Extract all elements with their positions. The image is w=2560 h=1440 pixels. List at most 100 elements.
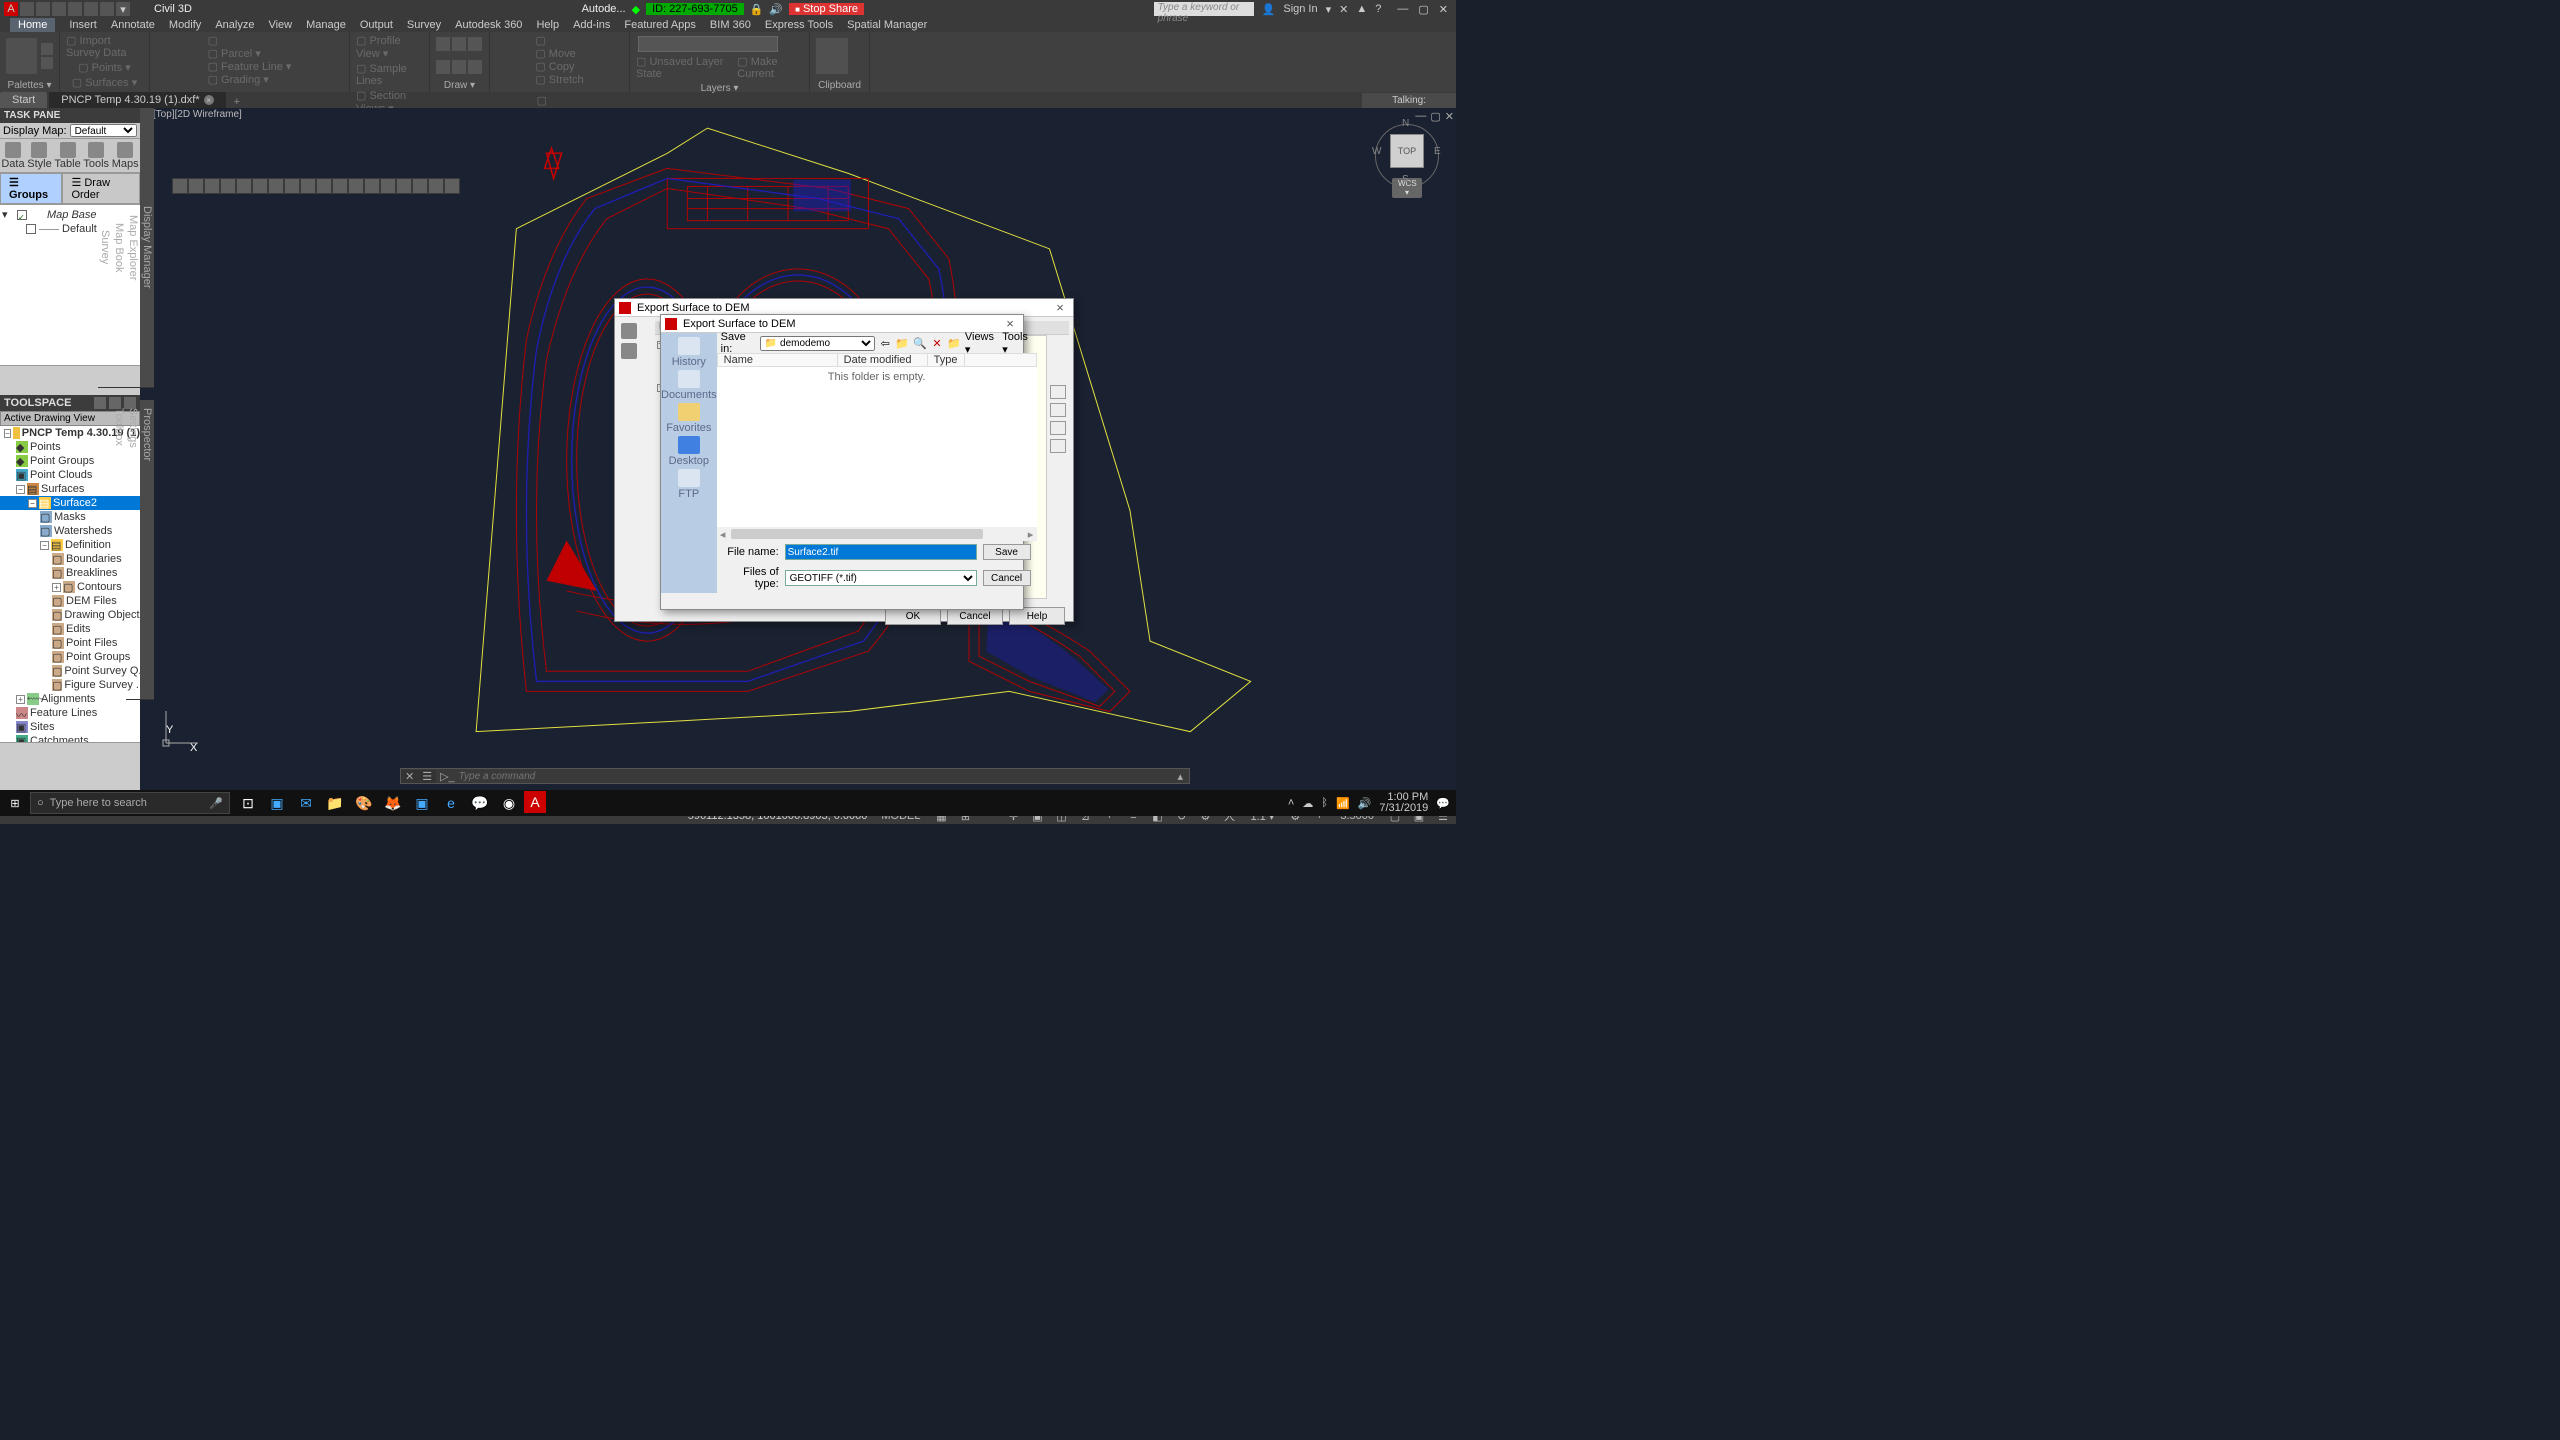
qat-redo-icon[interactable] <box>84 2 98 16</box>
tab-new-button[interactable]: + <box>228 96 246 108</box>
ribbon-tab-bim360[interactable]: BIM 360 <box>710 19 751 31</box>
app-explorer-icon[interactable]: 📁 <box>321 791 349 815</box>
cmdline-close-icon[interactable]: ✕ <box>401 770 418 783</box>
dlg1-browse-icon[interactable] <box>1050 385 1066 399</box>
qat-more-icon[interactable]: ▾ <box>116 2 130 16</box>
place-history-icon[interactable] <box>678 337 700 355</box>
draw-arc-icon[interactable] <box>452 37 466 51</box>
ribbon-tab-home[interactable]: Home <box>10 18 55 32</box>
cancel-button[interactable]: Cancel <box>983 570 1031 586</box>
ts-ic1[interactable] <box>94 397 106 409</box>
dropdown-icon[interactable]: ▾ <box>1326 3 1332 16</box>
place-desktop-icon[interactable] <box>678 436 700 454</box>
file-list-header[interactable]: Name Date modified Type <box>717 353 1037 367</box>
command-line[interactable]: ✕ ☰ ▷_ ▴ <box>400 768 1190 784</box>
file-list[interactable]: This folder is empty. <box>717 367 1037 527</box>
tray-notifications-icon[interactable]: 💬 <box>1436 797 1450 810</box>
ucs-icon[interactable]: YX <box>160 709 200 752</box>
delete-icon[interactable]: ✕ <box>931 336 943 350</box>
exchange-icon[interactable]: ✕ <box>1339 3 1348 16</box>
save-button[interactable]: Save <box>983 544 1031 560</box>
dlg1-sel2-icon[interactable] <box>1050 421 1066 435</box>
default-checkbox[interactable] <box>26 224 36 234</box>
ribbon-tab-spatial[interactable]: Spatial Manager <box>847 19 927 31</box>
ribbon-tab-annotate[interactable]: Annotate <box>111 19 155 31</box>
panel-label-clipboard[interactable]: Clipboard <box>810 79 869 92</box>
search-icon[interactable]: 🔍 <box>913 336 927 350</box>
tray-bluetooth-icon[interactable]: ᛒ <box>1321 797 1328 809</box>
place-documents-icon[interactable] <box>678 370 700 388</box>
app-firefox-icon[interactable]: 🦊 <box>379 791 407 815</box>
app-mail-icon[interactable]: ✉ <box>292 791 320 815</box>
ribbon-tab-featured[interactable]: Featured Apps <box>624 19 696 31</box>
ribbon-tab-output[interactable]: Output <box>360 19 393 31</box>
place-ftp-icon[interactable] <box>678 469 700 487</box>
tp-table-icon[interactable] <box>60 142 76 158</box>
vtab-survey[interactable]: Survey <box>98 108 112 388</box>
command-input[interactable] <box>459 771 1172 782</box>
app-paint-icon[interactable]: 🎨 <box>350 791 378 815</box>
file-name-input[interactable] <box>785 544 977 560</box>
ribbon-tab-survey[interactable]: Survey <box>407 19 441 31</box>
qat-save-icon[interactable] <box>52 2 66 16</box>
newfolder-icon[interactable]: 📁 <box>947 336 961 350</box>
qat-open-icon[interactable] <box>36 2 50 16</box>
help-icon[interactable]: ? <box>1375 3 1381 15</box>
cloud-icon[interactable]: ▲ <box>1356 3 1367 15</box>
tray-volume-icon[interactable]: 🔊 <box>1358 797 1372 810</box>
up-icon[interactable]: 📁 <box>895 336 909 350</box>
panel-btn2-icon[interactable] <box>41 57 53 69</box>
panel-label-layers[interactable]: Layers ▾ <box>630 82 809 95</box>
ribbon-tab-express[interactable]: Express Tools <box>765 19 833 31</box>
tab-start[interactable]: Start <box>0 92 47 108</box>
ribbon-tab-modify[interactable]: Modify <box>169 19 201 31</box>
maximize-button[interactable]: ▢ <box>1418 3 1428 16</box>
app-autocad-icon[interactable]: A <box>524 791 546 813</box>
stop-share-button[interactable]: Stop Share <box>789 3 864 15</box>
tp-tab-groups[interactable]: ☰ Groups <box>0 173 62 204</box>
tab-file[interactable]: PNCP Temp 4.30.19 (1).dxf*× <box>49 92 225 108</box>
vtab-toolbox[interactable]: Toolbox <box>112 400 126 700</box>
tray-expand-icon[interactable]: ˄ <box>1288 797 1294 809</box>
save-in-select[interactable]: 📁 demodemo <box>760 336 875 351</box>
views-menu[interactable]: Views ▾ <box>965 331 998 356</box>
ribbon-tab-view[interactable]: View <box>268 19 292 31</box>
cmdline-expand-icon[interactable]: ▴ <box>1171 770 1189 783</box>
qat-new-icon[interactable] <box>20 2 34 16</box>
tools-menu[interactable]: Tools ▾ <box>1002 331 1032 356</box>
app-edge-icon[interactable]: ▣ <box>263 791 291 815</box>
tray-wifi-icon[interactable]: 📶 <box>1336 797 1350 810</box>
sign-in-link[interactable]: Sign In <box>1283 3 1317 15</box>
ribbon-tab-addins[interactable]: Add-ins <box>573 19 610 31</box>
cmdline-opts-icon[interactable]: ☰ <box>418 770 436 783</box>
dialog1-close-button[interactable]: × <box>1051 300 1069 315</box>
dlg1-sel1-icon[interactable] <box>1050 403 1066 417</box>
file-list-hscroll[interactable]: ◂▸ <box>717 527 1037 541</box>
panel-label-palettes[interactable]: Palettes ▾ <box>0 79 59 92</box>
draw-circle-icon[interactable] <box>468 37 482 51</box>
draw-line-icon[interactable] <box>436 37 450 51</box>
viewcube[interactable]: N S E W TOP WCS ▾ <box>1372 118 1442 218</box>
ribbon-tab-a360[interactable]: Autodesk 360 <box>455 19 522 31</box>
toolspace-icon[interactable] <box>6 38 37 74</box>
qat-print-icon[interactable] <box>100 2 114 16</box>
file-type-select[interactable]: GEOTIFF (*.tif) <box>785 570 977 586</box>
app-ie-icon[interactable]: e <box>437 791 465 815</box>
system-clock[interactable]: 1:00 PM 7/31/2019 <box>1379 792 1428 814</box>
tp-style-icon[interactable] <box>31 142 47 158</box>
draw-spline-icon[interactable] <box>468 60 482 74</box>
back-icon[interactable]: ⇦ <box>879 336 891 350</box>
draw-poly-icon[interactable] <box>452 60 466 74</box>
start-button[interactable]: ⊞ <box>0 797 30 810</box>
app-chat-icon[interactable]: 💬 <box>466 791 494 815</box>
dlg1-tb1-icon[interactable] <box>621 323 637 339</box>
ribbon-tab-analyze[interactable]: Analyze <box>215 19 254 31</box>
tp-data-icon[interactable] <box>5 142 21 158</box>
ribbon-tab-insert[interactable]: Insert <box>69 19 97 31</box>
layer-properties-dropdown[interactable] <box>638 36 778 52</box>
ribbon-tab-manage[interactable]: Manage <box>306 19 346 31</box>
vtab-display-manager[interactable]: Display Manager <box>140 108 154 388</box>
dlg1-tb2-icon[interactable] <box>621 343 637 359</box>
draw-rect-icon[interactable] <box>436 60 450 74</box>
dlg1-sel3-icon[interactable] <box>1050 439 1066 453</box>
